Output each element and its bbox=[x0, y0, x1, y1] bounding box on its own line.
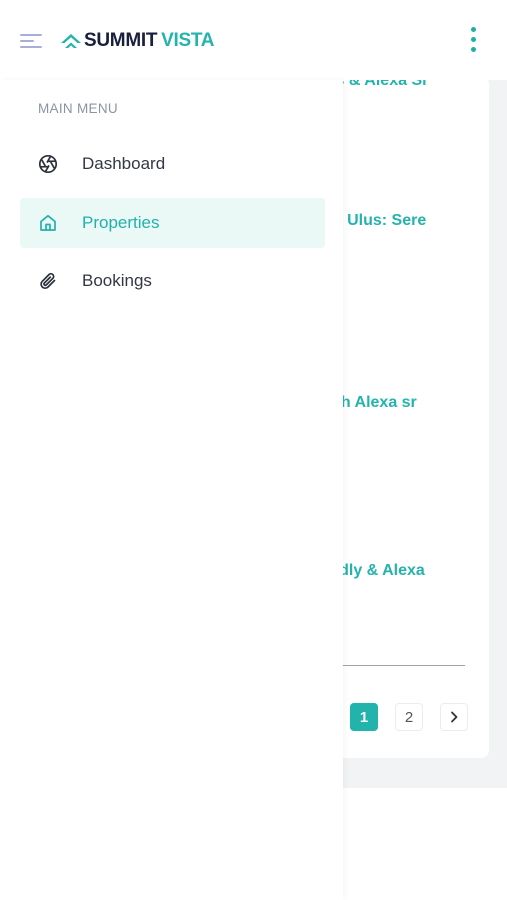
sidebar-item-label: Bookings bbox=[82, 271, 152, 290]
sidebar-item-bookings[interactable]: Bookings bbox=[20, 256, 325, 306]
home-icon bbox=[37, 212, 59, 234]
paperclip-icon bbox=[37, 270, 59, 292]
page-button-2[interactable]: 2 bbox=[395, 703, 423, 731]
sidebar-drawer: MAIN MENU Dashboard Properties Bookings bbox=[0, 80, 343, 900]
menu-toggle-button[interactable] bbox=[20, 32, 42, 50]
mountain-logo-icon bbox=[61, 34, 81, 48]
sidebar-item-label: Properties bbox=[82, 213, 160, 232]
page-button-current[interactable]: 1 bbox=[350, 703, 378, 731]
aperture-icon bbox=[37, 153, 59, 175]
sidebar-item-label: Dashboard bbox=[82, 154, 166, 173]
next-page-button[interactable] bbox=[440, 703, 468, 731]
chevron-right-icon bbox=[451, 711, 458, 723]
sidebar-item-dashboard[interactable]: Dashboard bbox=[20, 139, 325, 189]
brand-name-vista: VISTA bbox=[161, 30, 215, 51]
brand-logo[interactable]: SUMMIT VISTA bbox=[60, 29, 214, 53]
brand-name-summit: SUMMIT bbox=[84, 30, 158, 51]
menu-section-label: MAIN MENU bbox=[38, 101, 118, 116]
top-bar: SUMMIT VISTA bbox=[0, 0, 507, 80]
more-options-button[interactable] bbox=[466, 27, 480, 53]
sidebar-item-properties[interactable]: Properties bbox=[20, 198, 325, 248]
